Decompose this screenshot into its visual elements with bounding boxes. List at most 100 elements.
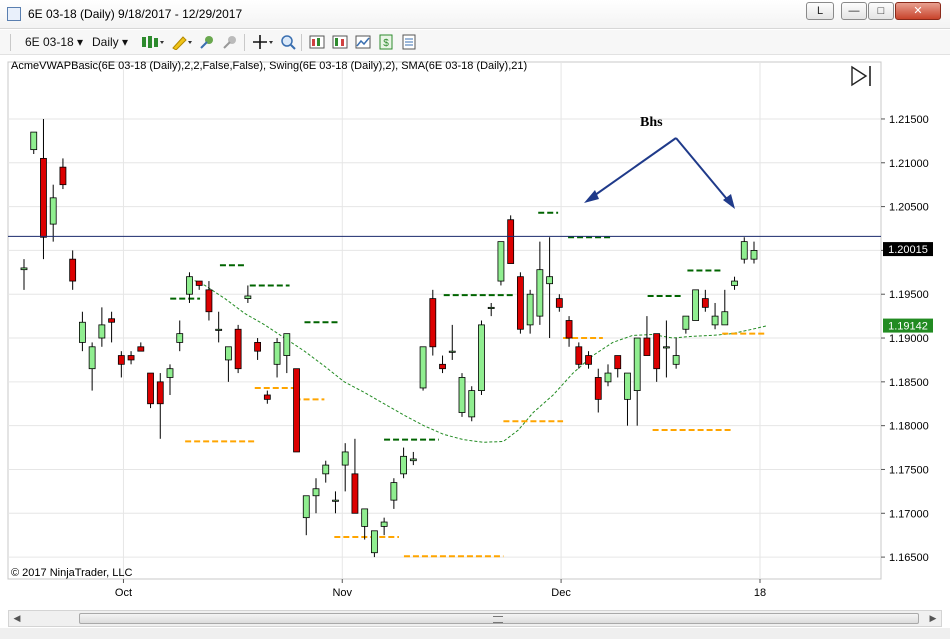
candle-body[interactable] [244,295,252,299]
candle-body[interactable] [682,315,690,330]
candle-body[interactable] [40,157,47,238]
candle-body[interactable] [283,333,291,356]
candle-body[interactable] [400,455,408,475]
candle-body[interactable] [409,458,417,462]
candle-body[interactable] [108,318,115,323]
candle-body[interactable] [147,372,154,405]
candle-body[interactable] [361,508,369,527]
candle-body[interactable] [663,346,670,349]
scroll-left-icon[interactable]: ◀ [11,613,23,624]
crosshair-icon[interactable] [252,34,274,50]
indicators-icon[interactable] [309,34,325,50]
candle-body[interactable] [711,315,719,326]
candle-body[interactable] [633,337,641,392]
candle-body[interactable] [224,346,232,361]
candle-body[interactable] [701,298,709,308]
draw-tool-icon[interactable] [171,34,193,50]
candle-body[interactable] [273,342,281,365]
candle-body[interactable] [526,293,534,326]
candle-body[interactable] [507,219,515,264]
candle-body[interactable] [643,337,651,356]
candle-body[interactable] [341,451,349,466]
candle-body[interactable] [429,298,437,348]
candle-body[interactable] [478,324,485,392]
candle-body[interactable] [312,488,320,497]
candle-body[interactable] [351,473,359,514]
candle-body[interactable] [448,350,456,353]
candle-body[interactable] [585,355,592,365]
candle-body[interactable] [370,530,378,554]
scroll-right-icon[interactable]: ▶ [927,613,939,624]
maximize-button[interactable]: □ [868,2,894,20]
candle-body[interactable] [205,289,213,313]
candle-body[interactable] [497,241,505,282]
candle-body[interactable] [322,464,330,475]
candle-body[interactable] [624,372,631,400]
candle-body[interactable] [30,131,38,151]
candle-body[interactable] [380,521,388,527]
magnet-icon[interactable] [222,34,238,50]
candle-body[interactable] [546,276,553,285]
candle-body[interactable] [254,342,262,352]
price-axis[interactable]: 1.215001.210001.205001.200001.195001.190… [881,114,929,564]
candle-body[interactable] [176,333,184,343]
time-axis[interactable]: Oct Nov Dec 18 [115,579,766,599]
candle-body[interactable] [731,280,738,286]
candle-body[interactable] [517,276,524,330]
candle-body[interactable] [215,328,223,331]
candle-body[interactable] [79,321,86,343]
candle-body[interactable] [487,306,495,309]
chart-panel[interactable]: Bhs 1.215001.210001.205001.200001.195001… [0,58,950,608]
zoom-icon[interactable] [280,34,296,50]
bar-type-icon[interactable] [141,34,165,50]
candle-body[interactable] [565,320,573,339]
price-chart[interactable]: Bhs 1.215001.210001.205001.200001.195001… [0,58,950,608]
candle-body[interactable] [49,197,57,225]
candle-body[interactable] [740,241,748,260]
candle-body[interactable] [88,346,96,370]
candle-body[interactable] [692,289,699,321]
candle-body[interactable] [458,377,466,413]
chart-trader-icon[interactable]: $ [378,34,394,50]
candle-body[interactable] [234,328,242,370]
candle-body[interactable] [69,258,77,282]
minimize-button[interactable]: — [841,2,867,20]
pin-icon[interactable] [199,34,215,50]
candle-body[interactable] [195,280,203,286]
strategies-icon[interactable] [332,34,348,50]
scroll-thumb[interactable] [79,613,919,624]
candle-body[interactable] [750,249,758,260]
candle-body[interactable] [117,355,125,365]
candle-body[interactable] [263,394,271,400]
candle-body[interactable] [332,499,339,502]
candle-body[interactable] [536,269,544,317]
properties-icon[interactable] [401,34,417,50]
candle-body[interactable] [594,377,602,400]
period-selector[interactable]: Daily ▾ [92,33,128,51]
candle-body[interactable] [614,355,622,370]
candle-body[interactable] [419,346,427,389]
candle-body[interactable] [156,381,164,405]
candle-body[interactable] [302,495,310,519]
candle-body[interactable] [653,333,661,370]
lock-button[interactable]: L [806,2,834,20]
horizontal-scrollbar[interactable]: ◀ ▶ [8,610,942,627]
candle-body[interactable] [293,368,300,453]
data-box-icon[interactable] [355,34,371,50]
candle-body[interactable] [672,355,680,365]
candle-body[interactable] [439,363,446,370]
close-button[interactable]: ✕ [895,2,941,20]
candle-body[interactable] [98,324,106,339]
candle-body[interactable] [186,276,193,295]
candle-body[interactable] [604,372,612,383]
candle-body[interactable] [127,355,135,361]
candle-body[interactable] [166,368,174,378]
candle-body[interactable] [20,267,28,271]
candle-body[interactable] [575,346,583,365]
candle-body[interactable] [59,166,67,186]
candle-body[interactable] [390,482,398,501]
instrument-selector[interactable]: 6E 03-18 ▾ [25,33,83,51]
candle-body[interactable] [468,390,476,418]
candle-body[interactable] [721,311,729,326]
candle-body[interactable] [555,298,563,308]
